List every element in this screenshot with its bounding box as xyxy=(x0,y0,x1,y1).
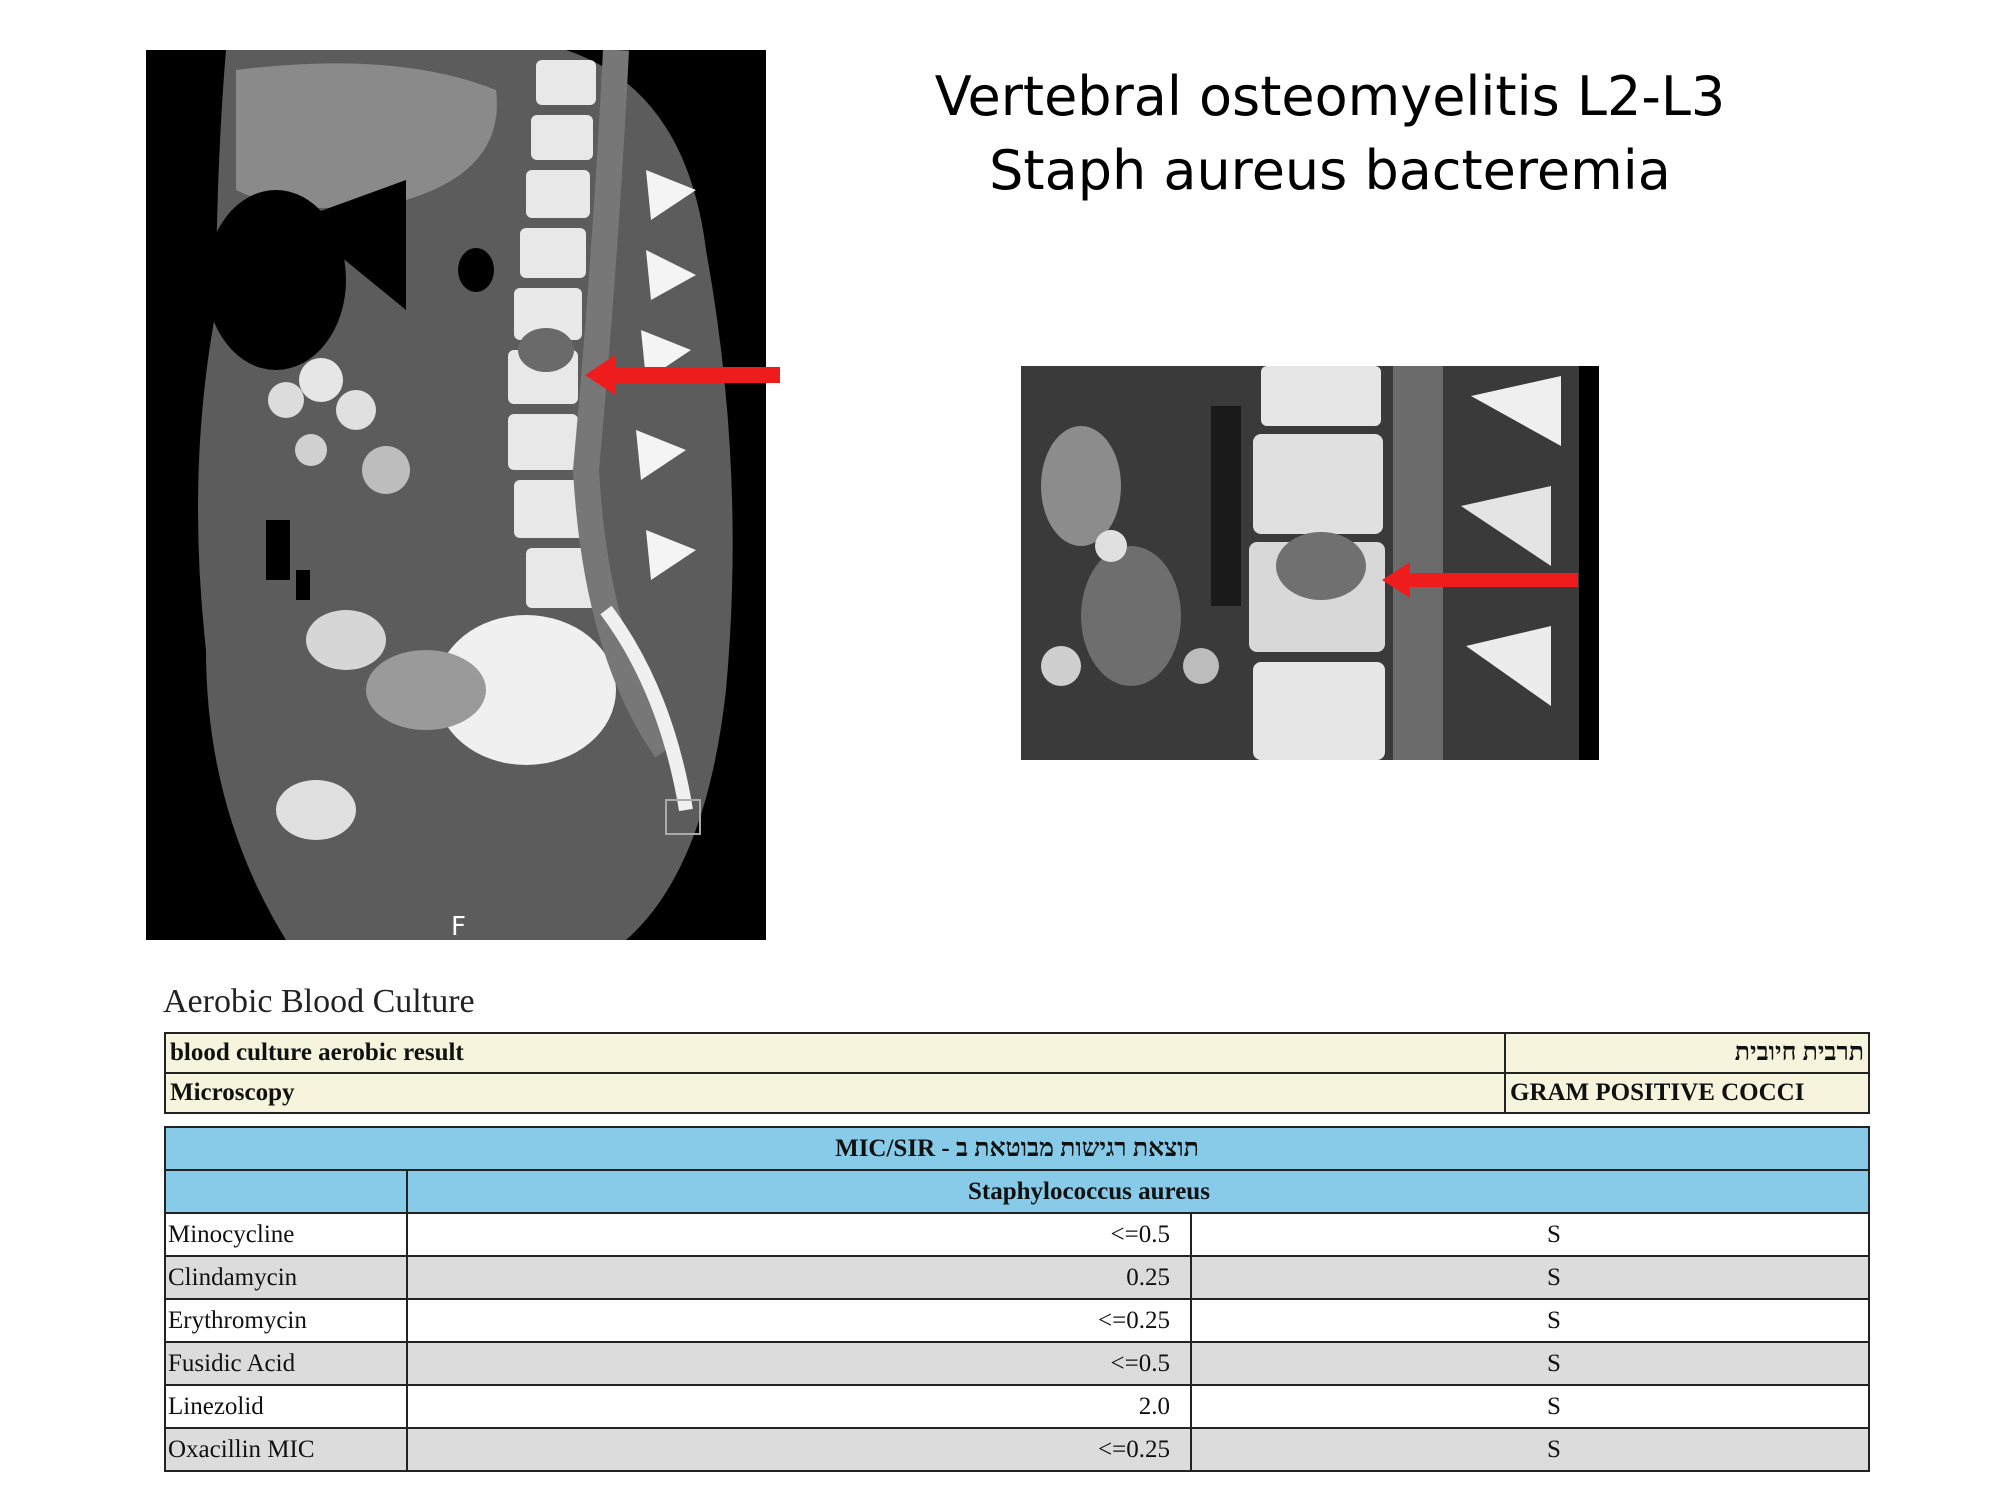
sir-value: S xyxy=(1190,1384,1870,1429)
slide-title: Vertebral osteomyelitis L2-L3 Staph aure… xyxy=(870,60,1790,208)
drug-name: Clindamycin xyxy=(164,1255,408,1300)
sir-value: S xyxy=(1190,1298,1870,1343)
table-row: Erythromycin <=0.25 S xyxy=(164,1298,1870,1343)
table-row: Fusidic Acid <=0.5 S xyxy=(164,1341,1870,1386)
report-heading: Aerobic Blood Culture xyxy=(163,983,475,1020)
sir-value: S xyxy=(1190,1255,1870,1300)
sir-value: S xyxy=(1190,1341,1870,1386)
drug-name: Minocycline xyxy=(164,1212,408,1257)
mic-value: 2.0 xyxy=(406,1384,1192,1429)
mic-title: תוצאת רגישות מבוטאת ב - MIC/SIR xyxy=(164,1126,1870,1171)
ct-sagittal-image: F xyxy=(146,50,766,940)
zoom-arrow xyxy=(1382,562,1578,598)
mic-value: <=0.5 xyxy=(406,1212,1192,1257)
title-line-1: Vertebral osteomyelitis L2-L3 xyxy=(934,65,1726,128)
drug-name: Linezolid xyxy=(164,1384,408,1429)
summary-value: תרבית חיובית xyxy=(1504,1032,1870,1074)
ct-sagittal-drawing xyxy=(146,50,766,940)
table-row: Clindamycin 0.25 S xyxy=(164,1255,1870,1300)
sir-value: S xyxy=(1190,1427,1870,1472)
summary-row: blood culture aerobic result תרבית חיובי… xyxy=(164,1032,1870,1074)
title-line-2: Staph aureus bacteremia xyxy=(989,139,1671,202)
sir-value: S xyxy=(1190,1212,1870,1257)
drug-name: Fusidic Acid xyxy=(164,1341,408,1386)
culture-summary-table: blood culture aerobic result תרבית חיובי… xyxy=(164,1032,1870,1114)
mic-header-empty xyxy=(164,1169,408,1214)
drug-name: Erythromycin xyxy=(164,1298,408,1343)
table-row: Linezolid 2.0 S xyxy=(164,1384,1870,1429)
table-row: Minocycline <=0.5 S xyxy=(164,1212,1870,1257)
ct-orientation-letter: F xyxy=(451,912,466,940)
summary-value: GRAM POSITIVE COCCI xyxy=(1504,1072,1870,1114)
summary-row: Microscopy GRAM POSITIVE COCCI xyxy=(164,1072,1870,1114)
drug-name: Oxacillin MIC xyxy=(164,1427,408,1472)
mic-organism: Staphylococcus aureus xyxy=(406,1169,1870,1214)
table-row: Oxacillin MIC <=0.25 S xyxy=(164,1427,1870,1472)
mic-value: <=0.25 xyxy=(406,1427,1192,1472)
summary-label: Microscopy xyxy=(164,1072,1506,1114)
mic-value: <=0.5 xyxy=(406,1341,1192,1386)
mic-value: 0.25 xyxy=(406,1255,1192,1300)
mic-title-row: תוצאת רגישות מבוטאת ב - MIC/SIR xyxy=(164,1126,1870,1171)
mic-value: <=0.25 xyxy=(406,1298,1192,1343)
sagittal-arrow xyxy=(585,355,780,395)
summary-label: blood culture aerobic result xyxy=(164,1032,1506,1074)
mic-organism-row: Staphylococcus aureus xyxy=(164,1169,1870,1214)
mic-sir-table: תוצאת רגישות מבוטאת ב - MIC/SIR Staphylo… xyxy=(164,1126,1870,1472)
